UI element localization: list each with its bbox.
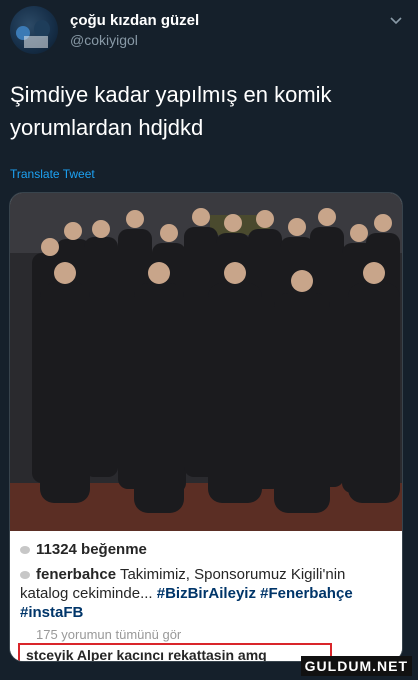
likes-label: 11324 beğenme (36, 541, 147, 558)
translate-tweet-link[interactable]: Translate Tweet (10, 167, 95, 181)
highlighted-comment: stceyik Alper kacıncı rekattasin amq (26, 647, 267, 662)
tweet-text: Şimdiye kadar yapılmış en komik yorumlar… (10, 82, 332, 140)
instagram-caption: 11324 beğenme fenerbahce Takimimiz, Spon… (10, 531, 402, 661)
user-handle[interactable]: @cokiyigol (70, 32, 138, 48)
tweet-media[interactable]: 11324 beğenme fenerbahce Takimimiz, Spon… (9, 192, 403, 662)
watermark: GULDUM.NET (300, 656, 412, 676)
view-all-comments: 175 yorumun tümünü gör (36, 627, 182, 642)
watermark-text: GULDUM.NET (304, 658, 408, 674)
comment-icon (20, 546, 30, 555)
comment-icon (20, 571, 30, 580)
caption-text: fenerbahce Takimimiz, Sponsorumuz Kigili… (20, 565, 392, 622)
team-photo (10, 193, 402, 531)
display-name[interactable]: çoğu kızdan güzel (70, 12, 199, 29)
likes-count: 11324 beğenme (20, 541, 147, 558)
caption-user: fenerbahce (36, 566, 117, 583)
chevron-down-icon[interactable] (388, 12, 404, 28)
avatar-shape (24, 36, 48, 48)
avatar[interactable] (10, 6, 58, 54)
